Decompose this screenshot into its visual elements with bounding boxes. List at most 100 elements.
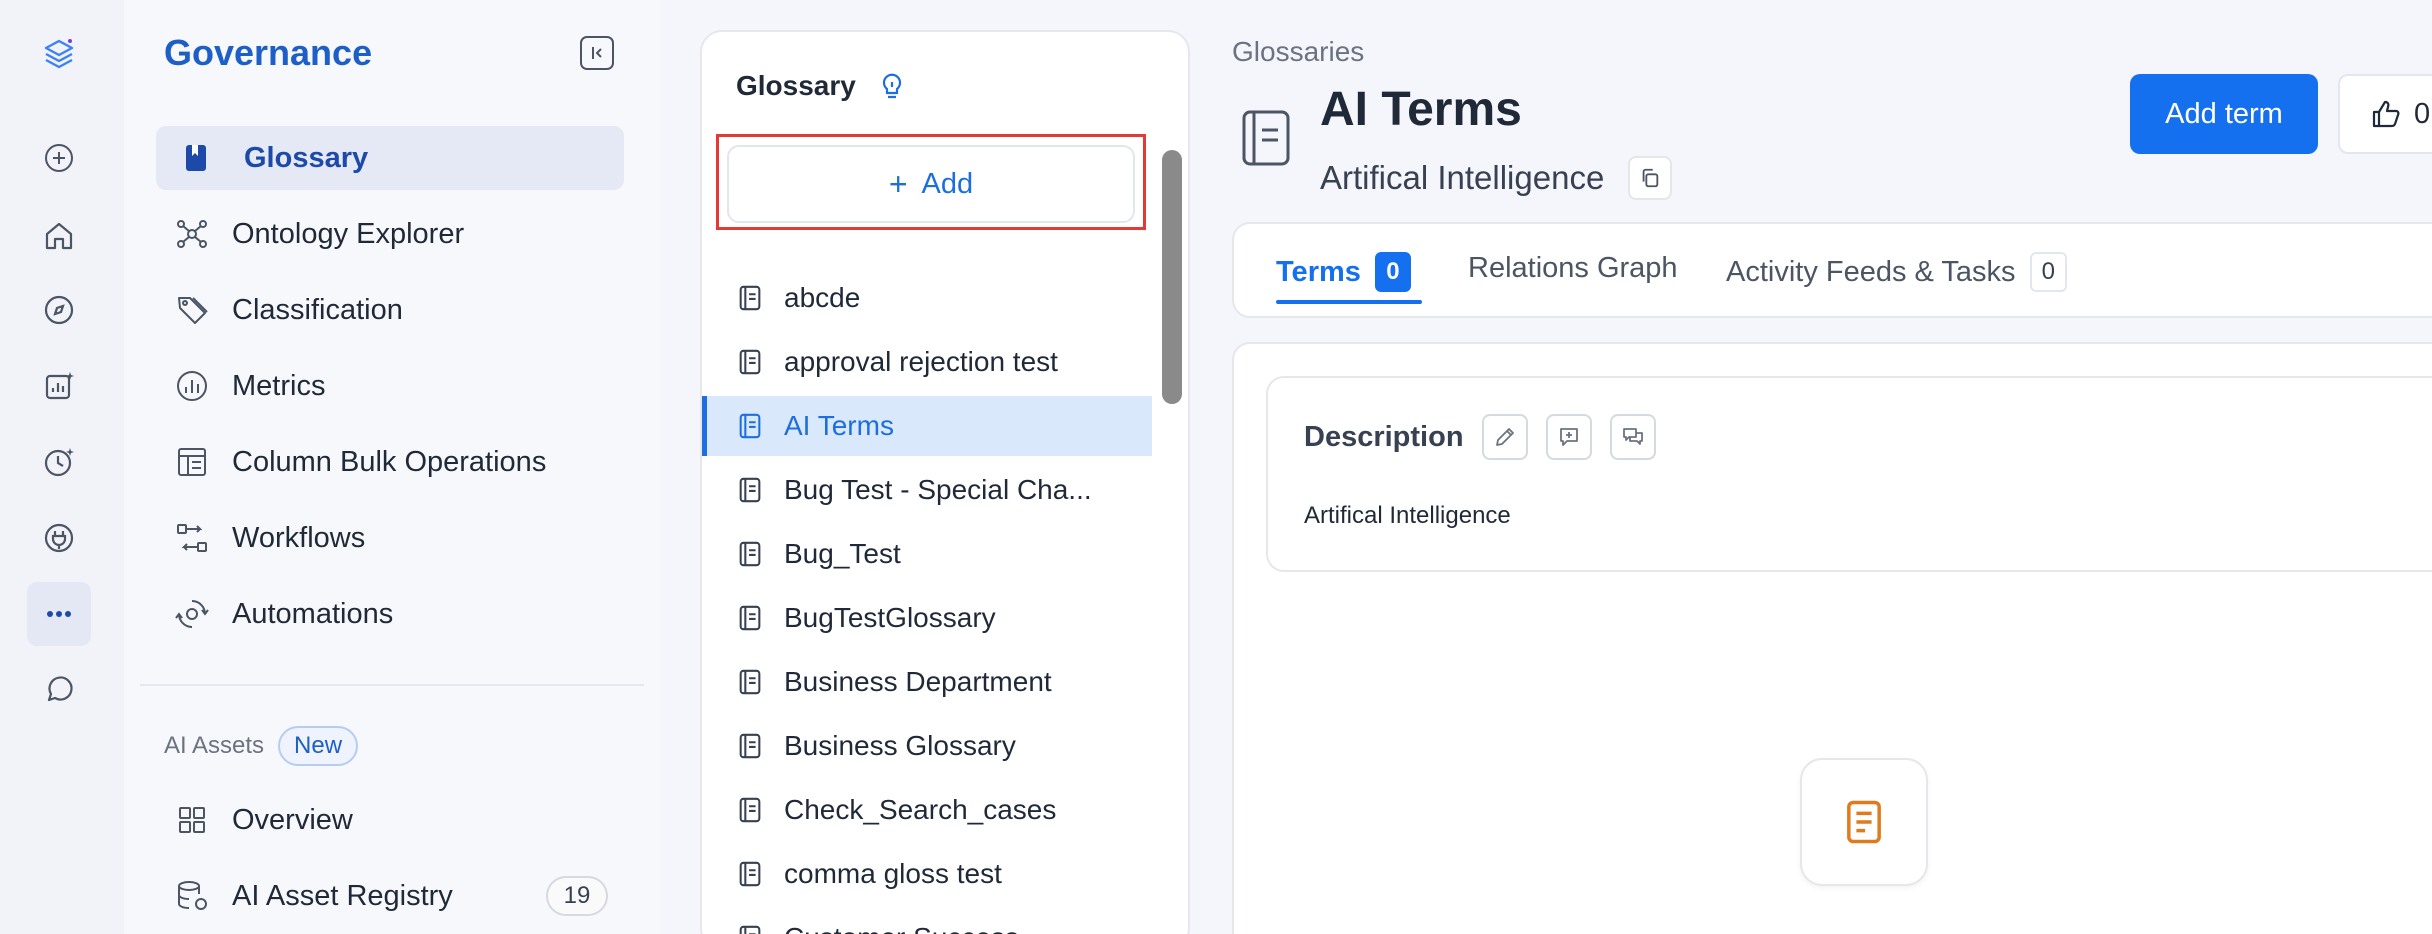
network-icon [172, 214, 212, 254]
insights-icon[interactable] [27, 354, 91, 418]
nav-item-label: Automations [232, 597, 394, 630]
nav-item-label: Ontology Explorer [232, 217, 465, 250]
lightbulb-icon [882, 73, 901, 99]
nav-item-label: Glossary [244, 141, 369, 174]
description-text: Artifical Intelligence [1304, 502, 1511, 529]
glossary-list-item[interactable]: approval rejection test [702, 332, 1152, 392]
workflow-icon [172, 518, 212, 558]
tab-count: 0 [2029, 252, 2067, 292]
nav-item-label: AI Asset Registry [232, 879, 453, 912]
glossary-list-item-label: AI Terms [784, 410, 894, 441]
add-term-button[interactable]: Add term [2130, 74, 2318, 154]
glossary-list-scrollbar[interactable] [1162, 150, 1182, 404]
logo-icon[interactable] [27, 22, 91, 86]
glossary-book-icon [736, 347, 766, 377]
plus-icon: + [888, 165, 908, 202]
request-description-button[interactable] [1545, 414, 1592, 460]
like-button[interactable]: 0 [2338, 74, 2432, 154]
tag-icon [172, 290, 212, 330]
nav-item-glossary[interactable]: Glossary [156, 126, 624, 190]
glossary-list-item[interactable]: Bug Test - Special Cha... [702, 460, 1152, 520]
glossary-list-item-label: BugTestGlossary [784, 602, 996, 633]
glossary-list-item[interactable]: comma gloss test [702, 844, 1152, 904]
like-count: 0 [2414, 97, 2431, 130]
nav-item-label: Classification [232, 293, 403, 326]
icon-rail [0, 0, 124, 934]
glossary-list-item-label: Business Department [784, 666, 1052, 697]
glossary-list-item[interactable]: Business Glossary [702, 716, 1152, 776]
database-icon [172, 876, 212, 916]
nav-item-metrics[interactable]: Metrics [156, 354, 624, 418]
glossary-book-icon [736, 539, 766, 569]
add-glossary-button[interactable]: + Add [727, 145, 1135, 223]
book-icon [176, 138, 216, 178]
copy-icon [1642, 168, 1659, 188]
ai-assets-section-label: AI Assets New [164, 726, 359, 766]
registry-count-badge: 19 [546, 876, 608, 916]
glossary-list-item[interactable]: BugTestGlossary [702, 588, 1152, 648]
nav-item-label: Column Bulk Operations [232, 445, 547, 478]
more-icon[interactable] [27, 582, 91, 646]
nav-item-workflows[interactable]: Workflows [156, 506, 624, 570]
message-plus-icon [1559, 428, 1578, 446]
nav-item-classification[interactable]: Classification [156, 278, 624, 342]
new-badge: New [278, 726, 359, 766]
glossary-list-item[interactable]: Business Department [702, 652, 1152, 712]
nav-item-overview[interactable]: Overview [156, 788, 624, 852]
nav-title: Governance [164, 32, 373, 73]
description-header: Description [1304, 414, 1656, 460]
tab-activity-feeds[interactable]: Activity Feeds & Tasks 0 [1726, 252, 2067, 292]
nav-item-ai-asset-registry[interactable]: AI Asset Registry 19 [156, 864, 624, 928]
thumbs-up-icon [2372, 100, 2400, 128]
home-icon[interactable] [27, 204, 91, 268]
breadcrumb[interactable]: Glossaries [1232, 36, 1364, 68]
governance-nav: Governance Glossary Ontology Explorer Cl… [124, 0, 660, 934]
glossary-list-item[interactable]: Check_Search_cases [702, 780, 1152, 840]
glossary-list-item-label: approval rejection test [784, 346, 1058, 377]
glossary-list-item[interactable]: abcde [702, 268, 1152, 328]
nav-item-label: Workflows [232, 521, 366, 554]
glossary-book-icon [736, 475, 766, 505]
glossary-list-item-label: Bug Test - Special Cha... [784, 474, 1092, 505]
glossary-list-item-label: Customer Success [784, 922, 1019, 934]
conversation-button[interactable] [1609, 414, 1656, 460]
glossary-list-item[interactable]: Customer Success [702, 908, 1152, 934]
nav-item-column-bulk-operations[interactable]: Column Bulk Operations [156, 430, 624, 494]
plus-icon[interactable] [27, 126, 91, 190]
tab-terms[interactable]: Terms 0 [1276, 252, 1411, 292]
nav-item-ontology-explorer[interactable]: Ontology Explorer [156, 202, 624, 266]
glossary-list-item-label: Check_Search_cases [784, 794, 1057, 825]
nav-item-automations[interactable]: Automations [156, 582, 624, 646]
plug-icon[interactable] [27, 506, 91, 570]
nav-item-label: Metrics [232, 369, 326, 402]
glossary-list-item-label: Bug_Test [784, 538, 901, 569]
compass-icon[interactable] [27, 278, 91, 342]
nav-divider [140, 684, 644, 686]
table-icon [172, 442, 212, 482]
copy-button[interactable] [1628, 156, 1673, 200]
page-title: AI Terms [1320, 83, 1522, 136]
pencil-icon [1495, 428, 1514, 446]
glossary-list-item-label: abcde [784, 282, 861, 313]
grid-icon [172, 800, 212, 840]
nav-item-label: Overview [232, 803, 353, 836]
page-subtitle: Artifical Intelligence [1320, 156, 1673, 200]
glossary-icon [1238, 108, 1294, 168]
glossary-list-item[interactable]: AI Terms [702, 396, 1152, 456]
glossary-book-icon [736, 923, 766, 934]
time-icon[interactable] [27, 430, 91, 494]
collapse-sidebar-button[interactable] [580, 36, 614, 70]
glossary-book-icon [736, 667, 766, 697]
glossary-list-item-label: comma gloss test [784, 858, 1002, 889]
edit-description-button[interactable] [1481, 414, 1528, 460]
chat-icon[interactable] [27, 658, 91, 722]
glossary-book-icon [736, 859, 766, 889]
glossary-list-item[interactable]: Bug_Test [702, 524, 1152, 584]
tab-relations-graph[interactable]: Relations Graph [1468, 252, 1678, 285]
glossary-book-icon [736, 731, 766, 761]
automation-gear-icon [172, 594, 212, 634]
document-icon [1847, 800, 1881, 844]
empty-terms-placeholder [1800, 758, 1928, 886]
glossary-book-icon [736, 603, 766, 633]
glossary-panel-title: Glossary [736, 70, 856, 101]
